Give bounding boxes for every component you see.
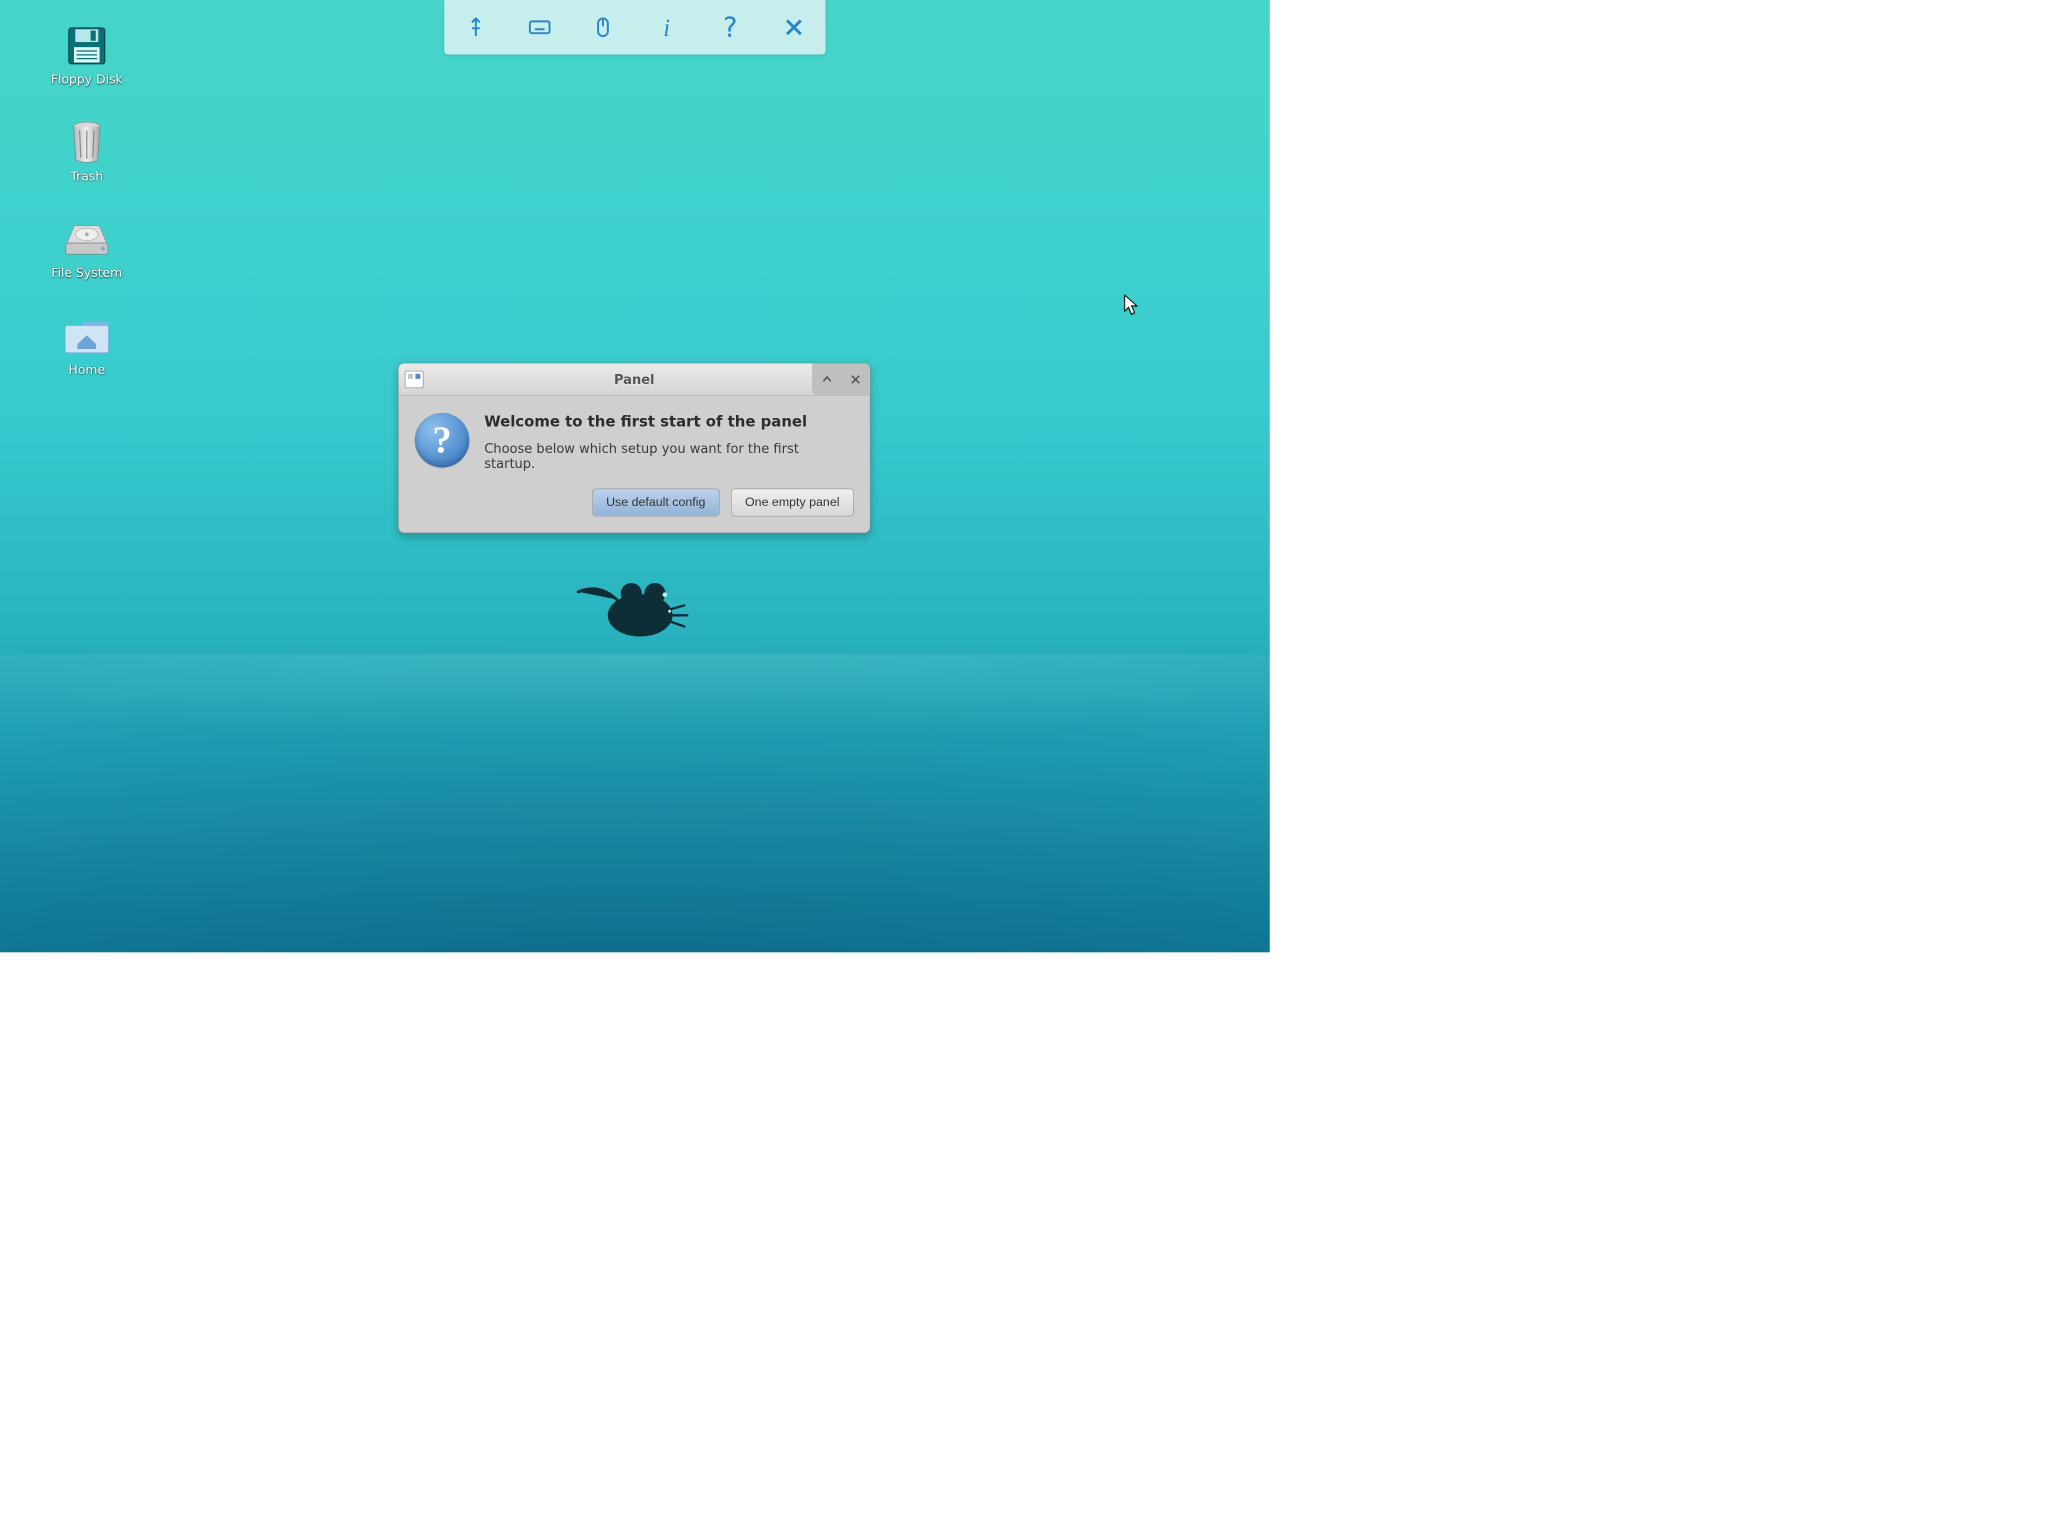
window-rollup-button[interactable] [813, 363, 842, 395]
keyboard-icon[interactable] [521, 9, 558, 46]
drive-icon [62, 218, 112, 260]
trash-icon [62, 122, 112, 164]
close-icon[interactable] [775, 9, 812, 46]
use-default-config-button[interactable]: Use default config [592, 489, 720, 517]
question-icon: ? [415, 413, 470, 468]
desktop-icon-filesystem[interactable]: File System [37, 218, 136, 280]
mouse-cursor [1123, 295, 1139, 316]
panel-dialog: Panel ? Welcome to the first start of th… [398, 363, 870, 534]
dialog-heading: Welcome to the first start of the panel [484, 413, 854, 430]
vnc-toolbar: i ? [444, 0, 825, 55]
help-icon[interactable]: ? [712, 9, 749, 46]
desktop[interactable]: i ? Floppy Disk [0, 0, 1270, 952]
info-icon[interactable]: i [648, 9, 685, 46]
wallpaper-highlight [0, 654, 1270, 790]
one-empty-panel-button[interactable]: One empty panel [731, 489, 854, 517]
desktop-icon-home[interactable]: Home [37, 315, 136, 377]
desktop-icon-floppy[interactable]: Floppy Disk [37, 25, 136, 87]
xfce-mouse-logo [575, 575, 693, 643]
desktop-icon-area: Floppy Disk Trash [37, 25, 136, 377]
mouse-icon[interactable] [585, 9, 622, 46]
dialog-body-text: Choose below which setup you want for th… [484, 441, 854, 471]
desktop-icon-trash[interactable]: Trash [37, 122, 136, 184]
desktop-icon-label: Trash [70, 169, 103, 184]
window-buttons [812, 363, 870, 395]
dialog-title: Panel [399, 372, 870, 387]
desktop-icon-label: Home [68, 362, 105, 377]
desktop-icon-label: Floppy Disk [51, 72, 123, 87]
window-close-button[interactable] [841, 363, 870, 395]
floppy-icon [62, 25, 112, 67]
home-folder-icon [62, 315, 112, 357]
dialog-titlebar[interactable]: Panel [399, 363, 870, 395]
desktop-icon-label: File System [51, 265, 122, 280]
pin-icon[interactable] [457, 9, 494, 46]
